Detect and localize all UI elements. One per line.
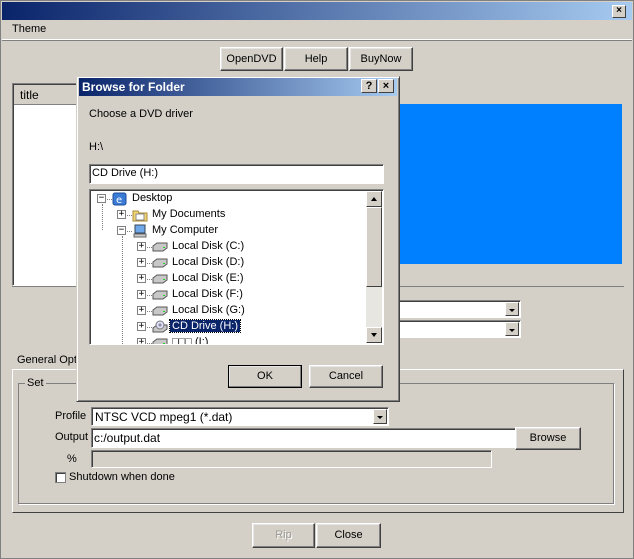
expand-icon[interactable]: +	[137, 306, 146, 315]
chevron-down-icon[interactable]	[505, 322, 519, 336]
scroll-thumb[interactable]	[366, 207, 382, 287]
tree-item[interactable]: − e Desktop	[90, 191, 365, 207]
open-dvd-button[interactable]: OpenDVD	[220, 47, 283, 71]
disk-drive-icon	[152, 288, 168, 302]
chevron-down-icon[interactable]	[505, 302, 519, 316]
expand-icon[interactable]: +	[137, 338, 146, 344]
tree-item-label: Local Disk (G:)	[172, 304, 245, 316]
computer-icon	[132, 224, 148, 238]
shutdown-checkbox[interactable]	[55, 472, 66, 483]
tree-item-label: Local Disk (E:)	[172, 272, 244, 284]
dialog-title-bar[interactable]: Browse for Folder ? ×	[79, 78, 397, 96]
output-label: Output	[55, 431, 89, 443]
tree-item[interactable]: + □□□ (I:)	[90, 335, 365, 345]
progress-bar	[91, 450, 492, 468]
shutdown-label: Shutdown when done	[69, 471, 175, 483]
chevron-down-icon[interactable]	[373, 409, 387, 424]
profile-value: NTSC VCD mpeg1 (*.dat)	[95, 410, 233, 424]
window-close-button[interactable]: ×	[612, 5, 626, 18]
tree-item[interactable]: + Local Disk (D:)	[90, 255, 365, 271]
expand-icon[interactable]: +	[137, 258, 146, 267]
tab-general-options[interactable]: General Opt	[17, 354, 77, 366]
menu-bar: Theme	[2, 20, 632, 40]
dialog-close-button[interactable]: ×	[378, 79, 394, 93]
audio-combo[interactable]	[396, 300, 521, 318]
title-bar[interactable]: ×	[2, 2, 632, 20]
browse-button[interactable]: Browse	[515, 427, 581, 450]
tree-item-label: Local Disk (F:)	[172, 288, 243, 300]
folder-icon	[132, 208, 148, 222]
video-preview	[396, 104, 622, 264]
expand-icon[interactable]: +	[117, 210, 126, 219]
collapse-icon[interactable]: −	[97, 194, 106, 203]
tree-item-label: Local Disk (C:)	[172, 240, 245, 252]
expand-icon[interactable]: +	[137, 290, 146, 299]
disk-drive-icon	[152, 272, 168, 286]
buy-now-button[interactable]: BuyNow	[349, 47, 413, 71]
disk-drive-icon	[152, 240, 168, 254]
tree-item[interactable]: + Local Disk (G:)	[90, 303, 365, 319]
tree-item-label: Desktop	[132, 192, 173, 204]
scroll-up-icon[interactable]	[366, 191, 382, 207]
expand-icon[interactable]: +	[137, 274, 146, 283]
close-icon: ×	[616, 5, 622, 16]
tree-item-label: Local Disk (D:)	[172, 256, 245, 268]
subtitle-combo[interactable]	[396, 320, 521, 338]
tree-item-label: My Documents	[152, 208, 226, 220]
tree-item-label: □□□ (I:)	[172, 336, 209, 345]
tree-item-label: CD Drive (H:)	[169, 319, 241, 333]
list-header-title[interactable]: title	[14, 85, 80, 105]
folder-tree[interactable]: + □□□ (I:) + CD Drive (H:) + Local Disk (G:) +…	[89, 189, 384, 345]
tree-item[interactable]: + My Documents	[90, 207, 365, 223]
disk-drive-icon	[152, 256, 168, 270]
disk-drive-icon	[152, 304, 168, 318]
dialog-title: Browse for Folder	[82, 80, 185, 94]
dialog-instruction: Choose a DVD driver	[89, 108, 193, 120]
help-button[interactable]: Help	[284, 47, 348, 71]
group-label: Set	[25, 377, 46, 389]
menu-theme[interactable]: Theme	[12, 23, 46, 35]
dialog-path: H:\	[89, 141, 104, 153]
expand-icon[interactable]: +	[137, 322, 146, 331]
percent-label: %	[67, 453, 77, 465]
rip-button[interactable]: Rip	[252, 523, 315, 548]
scroll-down-icon[interactable]	[366, 327, 382, 343]
title-list[interactable]	[12, 83, 82, 286]
expand-icon[interactable]: +	[137, 242, 146, 251]
tree-item[interactable]: + Local Disk (E:)	[90, 271, 365, 287]
disk-drive-icon	[152, 336, 168, 344]
profile-select[interactable]: NTSC VCD mpeg1 (*.dat)	[91, 407, 389, 426]
svg-text:e: e	[116, 195, 122, 206]
tree-item[interactable]: + Local Disk (F:)	[90, 287, 365, 303]
tree-item[interactable]: − My Computer	[90, 223, 365, 239]
ok-button[interactable]: OK	[228, 365, 302, 388]
folder-name-field[interactable]: CD Drive (H:)	[89, 164, 384, 184]
close-button[interactable]: Close	[316, 523, 381, 548]
question-icon: ?	[365, 80, 373, 92]
dialog-help-button[interactable]: ?	[361, 79, 377, 93]
profile-label: Profile	[55, 410, 87, 422]
output-field[interactable]: c:/output.dat	[91, 428, 516, 448]
cd-drive-icon	[152, 320, 168, 334]
tree-scrollbar[interactable]	[366, 191, 382, 343]
tree-item[interactable]: + CD Drive (H:)	[90, 319, 365, 335]
tree-item[interactable]: + Local Disk (C:)	[90, 239, 365, 255]
collapse-icon[interactable]: −	[117, 226, 126, 235]
desktop-icon: e	[112, 192, 128, 206]
tree-item-label: My Computer	[152, 224, 219, 236]
cancel-button[interactable]: Cancel	[309, 365, 383, 388]
close-icon: ×	[382, 80, 390, 92]
